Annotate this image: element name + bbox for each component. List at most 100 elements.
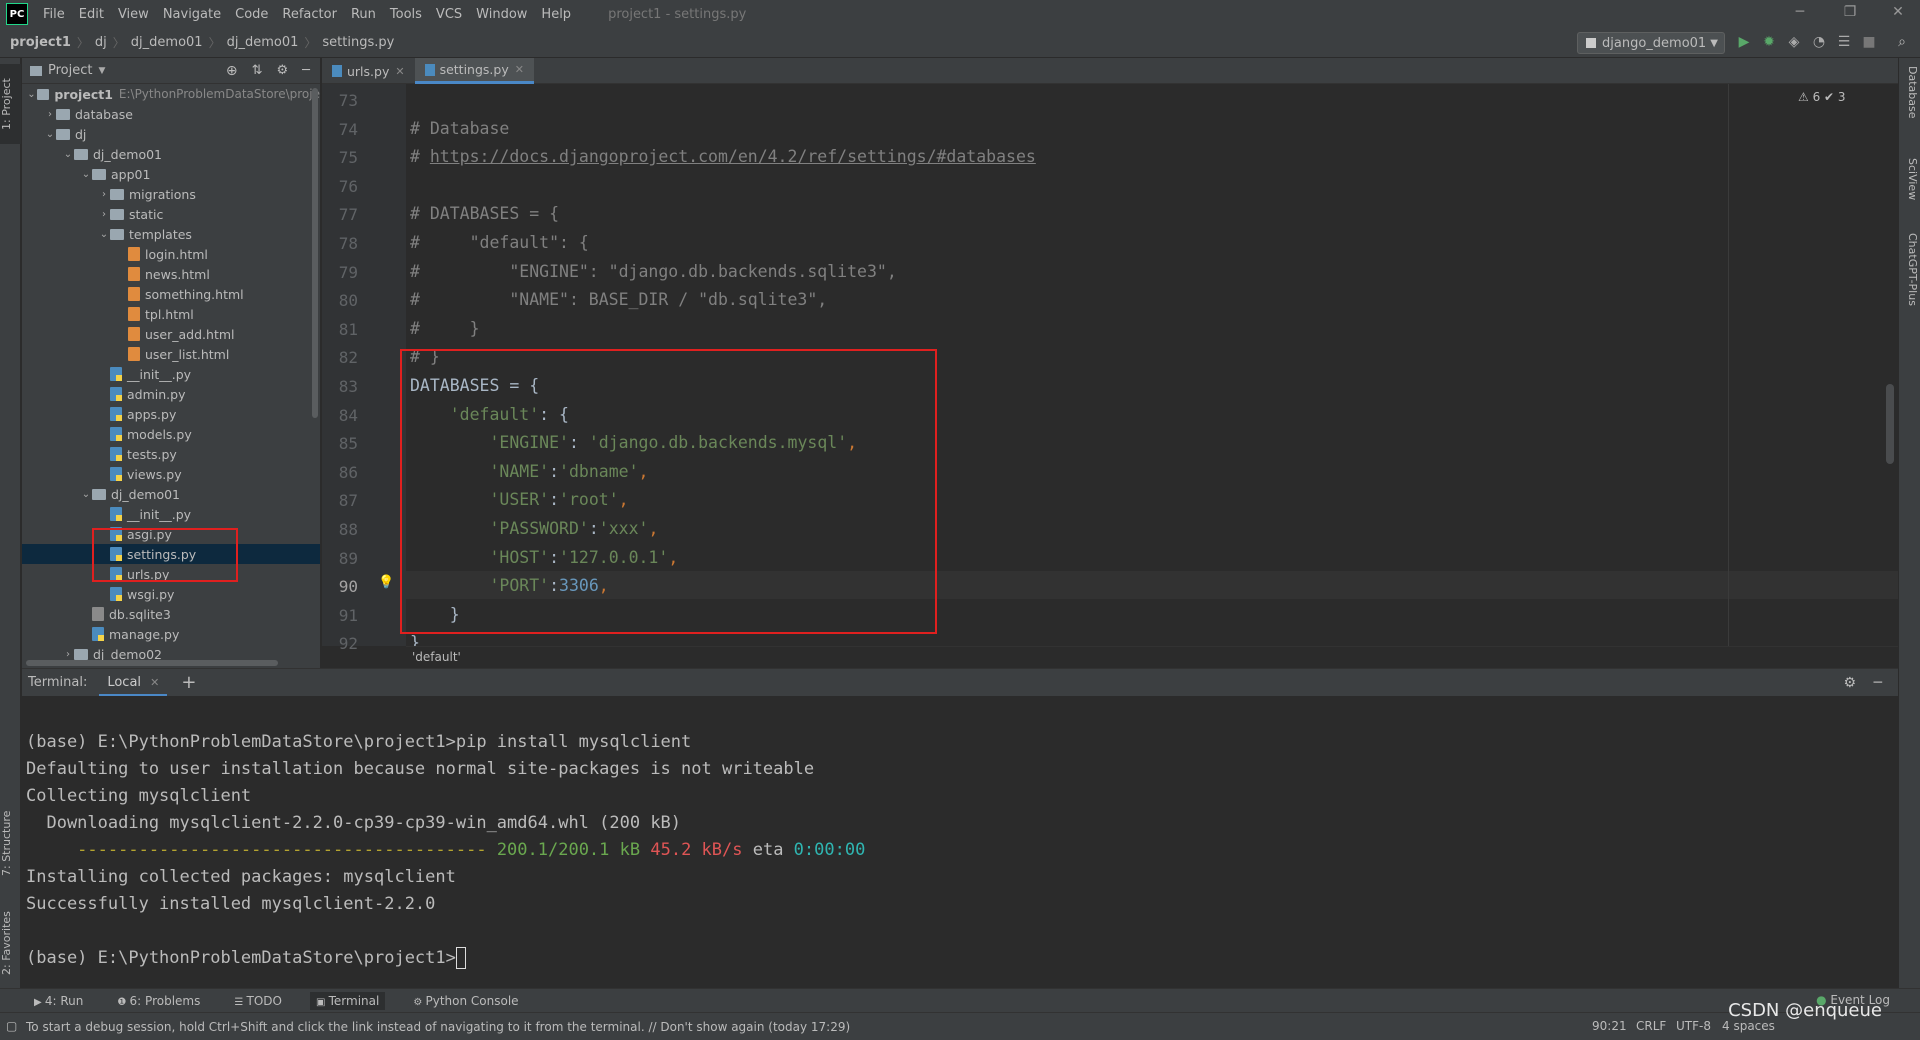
chevron-down-icon[interactable]: ⌄ (26, 89, 37, 100)
tree-item[interactable]: wsgi.py (22, 584, 320, 604)
tool-tab[interactable]: ▣ Terminal (309, 991, 386, 1010)
chevron-down-icon[interactable]: ⌄ (62, 149, 74, 160)
breadcrumb-item[interactable]: dj_demo01 (227, 35, 299, 50)
editor-scrollbar[interactable] (1886, 384, 1894, 464)
run-config-dropdown[interactable]: django_demo01 ▼ (1577, 32, 1725, 54)
status-toggle-icon[interactable]: ▢ (6, 1019, 17, 1033)
chevron-right-icon[interactable]: › (98, 209, 110, 220)
menu-help[interactable]: Help (534, 7, 578, 22)
minimize-button[interactable]: ─ (1780, 4, 1820, 24)
chevron-down-icon[interactable]: ⌄ (80, 169, 92, 180)
breadcrumb-item[interactable]: settings.py (322, 35, 394, 50)
maximize-button[interactable]: ❐ (1830, 4, 1870, 24)
indent-setting[interactable]: 4 spaces (1722, 1019, 1775, 1033)
tree-item[interactable]: user_add.html (22, 324, 320, 344)
chevron-right-icon[interactable]: › (98, 189, 110, 200)
editor-tab[interactable]: settings.py ✕ (414, 58, 534, 84)
gear-icon[interactable]: ⚙ (1843, 675, 1856, 691)
intention-bulb-icon[interactable]: 💡 (378, 575, 394, 590)
breadcrumb-item[interactable]: dj (95, 35, 107, 50)
tree-item[interactable]: apps.py (22, 404, 320, 424)
build-icon[interactable]: ☰ (1835, 34, 1853, 52)
tree-item[interactable]: ⌄ templates (22, 224, 320, 244)
tree-item[interactable]: tpl.html (22, 304, 320, 324)
menu-tools[interactable]: Tools (383, 7, 429, 22)
tree-item[interactable]: __init__.py (22, 504, 320, 524)
tree-item[interactable]: ⌄ app01 (22, 164, 320, 184)
tree-item[interactable]: › static (22, 204, 320, 224)
chevron-right-icon[interactable]: › (62, 649, 74, 660)
stop-icon[interactable]: ■ (1860, 34, 1878, 52)
debug-icon[interactable]: ✹ (1760, 34, 1778, 52)
search-icon[interactable]: ⌕ (1893, 34, 1911, 52)
structure-tool-tab[interactable]: 7: Structure (0, 798, 21, 888)
close-icon[interactable]: ✕ (515, 63, 524, 76)
menu-view[interactable]: View (111, 7, 156, 22)
chevron-down-icon[interactable]: ⌄ (98, 229, 110, 240)
tool-tab[interactable]: ⚙ Python Console (407, 992, 524, 1010)
tree-item[interactable]: › migrations (22, 184, 320, 204)
close-window-button[interactable]: ✕ (1878, 4, 1918, 24)
tree-item[interactable]: ⌄ dj_demo01 (22, 484, 320, 504)
tree-item[interactable]: login.html (22, 244, 320, 264)
tree-item[interactable]: ⌄ dj (22, 124, 320, 144)
tree-item[interactable]: tests.py (22, 444, 320, 464)
file-encoding[interactable]: UTF-8 (1676, 1019, 1711, 1033)
tree-item[interactable]: ⌄ project1 E:\PythonProblemDataStore\proje (22, 84, 320, 104)
tool-tab[interactable]: ▶ 4: Run (28, 992, 89, 1010)
profile-icon[interactable]: ◔ (1810, 34, 1828, 52)
hide-panel-icon[interactable]: ─ (302, 63, 310, 78)
breadcrumb-item[interactable]: project1 (10, 35, 71, 50)
terminal-tab-local[interactable]: Local ✕ (99, 669, 168, 697)
tree-item[interactable]: ⌄ dj_demo01 (22, 144, 320, 164)
chevron-down-icon[interactable]: ⌄ (44, 129, 56, 140)
caret-position[interactable]: 90:21 (1592, 1019, 1627, 1033)
collapse-all-icon[interactable]: ⇅ (252, 63, 263, 78)
gear-icon[interactable]: ⚙ (277, 63, 289, 78)
terminal-output[interactable]: (base) E:\PythonProblemDataStore\project… (22, 696, 1898, 988)
tool-tab[interactable]: ☰ TODO (228, 992, 288, 1010)
tree-item[interactable]: views.py (22, 464, 320, 484)
sciview-tool-tab[interactable]: SciView (1901, 158, 1919, 200)
menu-code[interactable]: Code (228, 7, 275, 22)
menu-window[interactable]: Window (469, 7, 534, 22)
close-icon[interactable]: ✕ (150, 676, 159, 689)
menu-vcs[interactable]: VCS (429, 7, 469, 22)
editor-tab[interactable]: urls.py ✕ (322, 58, 415, 84)
chevron-right-icon[interactable]: › (44, 109, 56, 120)
menu-run[interactable]: Run (344, 7, 383, 22)
menu-navigate[interactable]: Navigate (156, 7, 228, 22)
menu-refactor[interactable]: Refactor (275, 7, 344, 22)
coverage-icon[interactable]: ◈ (1785, 34, 1803, 52)
favorites-tool-tab[interactable]: 2: Favorites (0, 898, 21, 988)
breadcrumb-item[interactable]: dj_demo01 (131, 35, 203, 50)
tree-item[interactable]: __init__.py (22, 364, 320, 384)
chevron-down-icon[interactable]: ⌄ (80, 489, 92, 500)
line-separator[interactable]: CRLF (1636, 1019, 1666, 1033)
tree-item[interactable]: models.py (22, 424, 320, 444)
menu-file[interactable]: File (36, 7, 72, 22)
tree-item[interactable]: admin.py (22, 384, 320, 404)
tree-item[interactable]: manage.py (22, 624, 320, 644)
close-icon[interactable]: ✕ (395, 65, 404, 78)
tree-item[interactable]: db.sqlite3 (22, 604, 320, 624)
chatgpt-tool-tab[interactable]: ChatGPT-Plus (1901, 233, 1919, 306)
locate-icon[interactable]: ⊕ (226, 63, 238, 79)
hide-panel-icon[interactable]: ─ (1874, 675, 1882, 691)
terminal-cursor[interactable] (455, 947, 466, 969)
project-tool-tab[interactable]: 1: Project (0, 64, 21, 144)
inspection-widget[interactable]: ⚠ 6 ✔ 3 (1798, 90, 1846, 104)
tree-item[interactable]: news.html (22, 264, 320, 284)
tree-item[interactable]: › database (22, 104, 320, 124)
tree-item[interactable]: something.html (22, 284, 320, 304)
tree-item[interactable]: user_list.html (22, 344, 320, 364)
chevron-down-icon[interactable]: ▼ (98, 66, 105, 76)
tree-horizontal-scrollbar[interactable] (26, 660, 278, 666)
database-tool-tab[interactable]: Database (1901, 66, 1919, 119)
add-terminal-icon[interactable]: + (181, 672, 196, 693)
tree-scrollbar[interactable] (312, 88, 318, 418)
tool-tab[interactable]: ❶ 6: Problems (111, 992, 206, 1010)
project-view-selector[interactable]: Project (48, 63, 92, 78)
run-icon[interactable]: ▶ (1735, 34, 1753, 52)
code-breadcrumb[interactable]: 'default' (406, 646, 1898, 668)
